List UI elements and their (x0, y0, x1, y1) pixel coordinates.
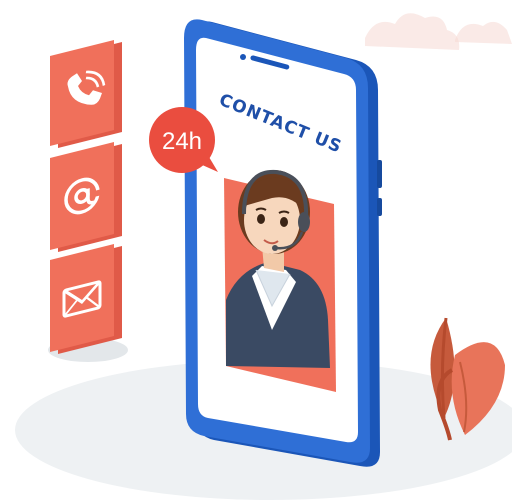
email-at-tile (50, 142, 122, 252)
cloud-decoration-right (455, 21, 512, 44)
cloud-decoration-left (365, 13, 460, 50)
mail-tile (50, 244, 122, 354)
24h-badge-label: 24h (162, 128, 202, 155)
contact-us-illustration: CONTACT US 24h (0, 0, 512, 502)
phone-side-button-2 (377, 198, 382, 216)
support-agent-card (224, 169, 336, 392)
phone-side-button (377, 160, 382, 188)
illustration-canvas: CONTACT US 24h (15, 13, 512, 500)
phone-tile (50, 40, 122, 148)
phone-camera (240, 54, 246, 60)
